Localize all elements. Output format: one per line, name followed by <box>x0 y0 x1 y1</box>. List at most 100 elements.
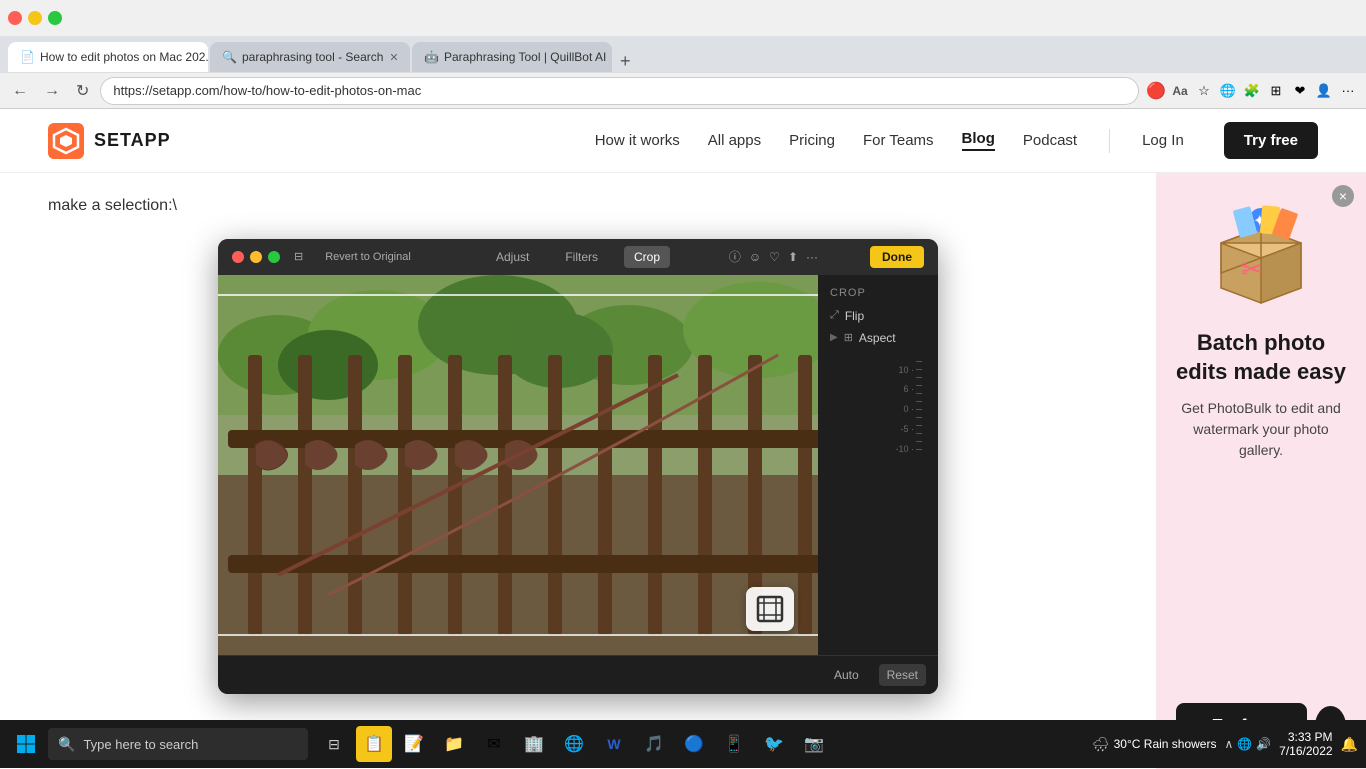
mac-aspect-item[interactable]: ▶ ⊞ Aspect <box>830 331 926 345</box>
tab-close-2[interactable]: ✕ <box>389 51 398 64</box>
new-tab-button[interactable]: + <box>614 51 637 72</box>
logo-icon <box>48 123 84 159</box>
window-controls <box>8 11 62 25</box>
auto-button[interactable]: Auto <box>826 664 867 686</box>
maximize-window-button[interactable] <box>48 11 62 25</box>
taskbar-network-icon: 🌐 <box>1237 737 1252 751</box>
taskbar-search-placeholder: Type here to search <box>83 737 198 752</box>
mac-aspect-arrow: ▶ <box>830 332 838 343</box>
mac-maximize-dot[interactable] <box>268 251 280 263</box>
article-area: make a selection:\ ⊟ Revert to Original … <box>0 173 1366 769</box>
taskbar-app-twitter[interactable]: 🐦 <box>756 726 792 762</box>
photobulk-icon: ✂ ✦ <box>1206 198 1316 308</box>
mac-minimize-dot[interactable] <box>250 251 262 263</box>
revert-to-original-button[interactable]: Revert to Original <box>317 249 419 265</box>
collections-icon[interactable]: ⊞ <box>1266 81 1286 101</box>
extensions-area: 🔴 Aa ☆ 🌐 🧩 ⊞ ❤ 👤 ··· <box>1146 81 1358 101</box>
mac-info-icon[interactable]: ⓘ <box>729 248 741 265</box>
crop-size-indicator <box>746 587 794 631</box>
login-button[interactable]: Log In <box>1142 132 1184 149</box>
mac-app-window: ⊟ Revert to Original Adjust Filters Crop… <box>218 239 938 694</box>
fence-photo-svg <box>218 275 818 655</box>
back-button[interactable]: ← <box>8 82 32 100</box>
ad-sidebar: × ✂ ✦ Batch photo edits made eas <box>1156 173 1366 769</box>
mac-heart-icon[interactable]: ♡ <box>769 250 780 264</box>
taskbar-app-spotify[interactable]: 🎵 <box>636 726 672 762</box>
nav-blog[interactable]: Blog <box>962 130 995 151</box>
taskbar-datetime: 3:33 PM 7/16/2022 <box>1279 730 1332 758</box>
article-intro-text: make a selection:\ <box>48 193 1108 219</box>
taskbar-up-arrow[interactable]: ∧ <box>1224 737 1233 751</box>
taskbar-time-display: 3:33 PM <box>1279 730 1332 744</box>
nav-how-it-works[interactable]: How it works <box>595 132 680 149</box>
reload-button[interactable]: ↻ <box>72 81 93 101</box>
crop-tool-button[interactable]: Crop <box>624 246 670 268</box>
menu-icon[interactable]: ··· <box>1338 81 1358 101</box>
taskbar-app-edge[interactable]: 🌐 <box>556 726 592 762</box>
start-button[interactable] <box>8 726 44 762</box>
taskbar-app-chrome[interactable]: 🔵 <box>676 726 712 762</box>
taskbar-app-word[interactable]: W <box>596 726 632 762</box>
taskbar-app-mail[interactable]: ✉ <box>476 726 512 762</box>
profile-icon[interactable]: 👤 <box>1314 81 1334 101</box>
taskbar-app-office[interactable]: 🏢 <box>516 726 552 762</box>
taskbar-search[interactable]: 🔍 Type here to search <box>48 728 308 760</box>
mac-done-button[interactable]: Done <box>870 246 924 268</box>
edge-icon[interactable]: 🔴 <box>1146 81 1166 101</box>
adjust-tool-button[interactable]: Adjust <box>486 246 539 268</box>
taskbar-notification-bell[interactable]: 🔔 <box>1341 736 1358 753</box>
mac-smiley-icon[interactable]: ☺ <box>749 250 761 264</box>
tab-favicon-3: 🤖 <box>424 50 438 64</box>
reset-button[interactable]: Reset <box>879 664 926 686</box>
mac-crop-title: CROP <box>830 287 926 299</box>
taskbar-app-notepad[interactable]: 📝 <box>396 726 432 762</box>
taskbar-notification-area: ∧ 🌐 🔊 <box>1224 737 1271 751</box>
mac-checkbox-icon[interactable]: ⊟ <box>294 250 303 263</box>
mac-flip-icon: ⤢ <box>830 309 839 322</box>
browser-tab-3[interactable]: 🤖 Paraphrasing Tool | QuillBot AI ✕ <box>412 42 612 72</box>
taskbar-app-task-view[interactable]: ⊟ <box>316 726 352 762</box>
try-free-header-button[interactable]: Try free <box>1224 122 1318 159</box>
mac-aspect-icon: ⊞ <box>844 331 853 344</box>
nav-all-apps[interactable]: All apps <box>708 132 761 149</box>
nav-for-teams[interactable]: For Teams <box>863 132 934 149</box>
minimize-window-button[interactable] <box>28 11 42 25</box>
mac-aspect-label: Aspect <box>859 331 896 345</box>
ad-description: Get PhotoBulk to edit and watermark your… <box>1176 398 1346 679</box>
browser-tab-1[interactable]: 📄 How to edit photos on Mac 202... ✕ <box>8 42 208 72</box>
heart-icon[interactable]: ❤ <box>1290 81 1310 101</box>
mac-image-area <box>218 275 818 655</box>
filters-tool-button[interactable]: Filters <box>555 246 608 268</box>
ad-icon-area: ✂ ✦ <box>1201 193 1321 313</box>
mac-sidebar: CROP ⤢ Flip ▶ ⊞ Aspect <box>818 275 938 655</box>
windows-logo-icon <box>16 734 36 754</box>
tab-title-3: Paraphrasing Tool | QuillBot AI <box>444 50 606 64</box>
address-input[interactable] <box>101 78 1138 104</box>
forward-button[interactable]: → <box>40 82 64 100</box>
title-bar <box>0 0 1366 36</box>
nav-pricing[interactable]: Pricing <box>789 132 835 149</box>
browser-tab-2[interactable]: 🔍 paraphrasing tool - Search ✕ <box>210 42 410 72</box>
mac-close-dot[interactable] <box>232 251 244 263</box>
globe-icon[interactable]: 🌐 <box>1218 81 1238 101</box>
aa-icon[interactable]: Aa <box>1170 81 1190 101</box>
extension-icon[interactable]: 🧩 <box>1242 81 1262 101</box>
taskbar-apps: ⊟ 📋 📝 📁 ✉ 🏢 🌐 W 🎵 🔵 📱 🐦 📷 <box>316 726 832 762</box>
logo-area[interactable]: SETAPP <box>48 123 171 159</box>
star-icon[interactable]: ☆ <box>1194 81 1214 101</box>
mac-flip-item[interactable]: ⤢ Flip <box>830 309 926 323</box>
nav-podcast[interactable]: Podcast <box>1023 132 1077 149</box>
taskbar-app-whatsapp[interactable]: 📱 <box>716 726 752 762</box>
ad-close-button[interactable]: × <box>1332 185 1354 207</box>
taskbar-volume-icon: 🔊 <box>1256 737 1271 751</box>
taskbar-app-photos[interactable]: 📷 <box>796 726 832 762</box>
mac-share-icon[interactable]: ⬆ <box>788 250 798 264</box>
taskbar-app-sticky-notes[interactable]: 📋 <box>356 726 392 762</box>
taskbar-system-icons: 🌧 30°C Rain showers <box>1092 736 1217 753</box>
taskbar-search-icon: 🔍 <box>58 736 75 753</box>
taskbar-app-file-explorer[interactable]: 📁 <box>436 726 472 762</box>
site-header: SETAPP How it works All apps Pricing For… <box>0 109 1366 173</box>
mac-more-icon[interactable]: ··· <box>806 250 818 264</box>
close-window-button[interactable] <box>8 11 22 25</box>
mac-screenshot-wrapper: ⊟ Revert to Original Adjust Filters Crop… <box>218 239 938 694</box>
